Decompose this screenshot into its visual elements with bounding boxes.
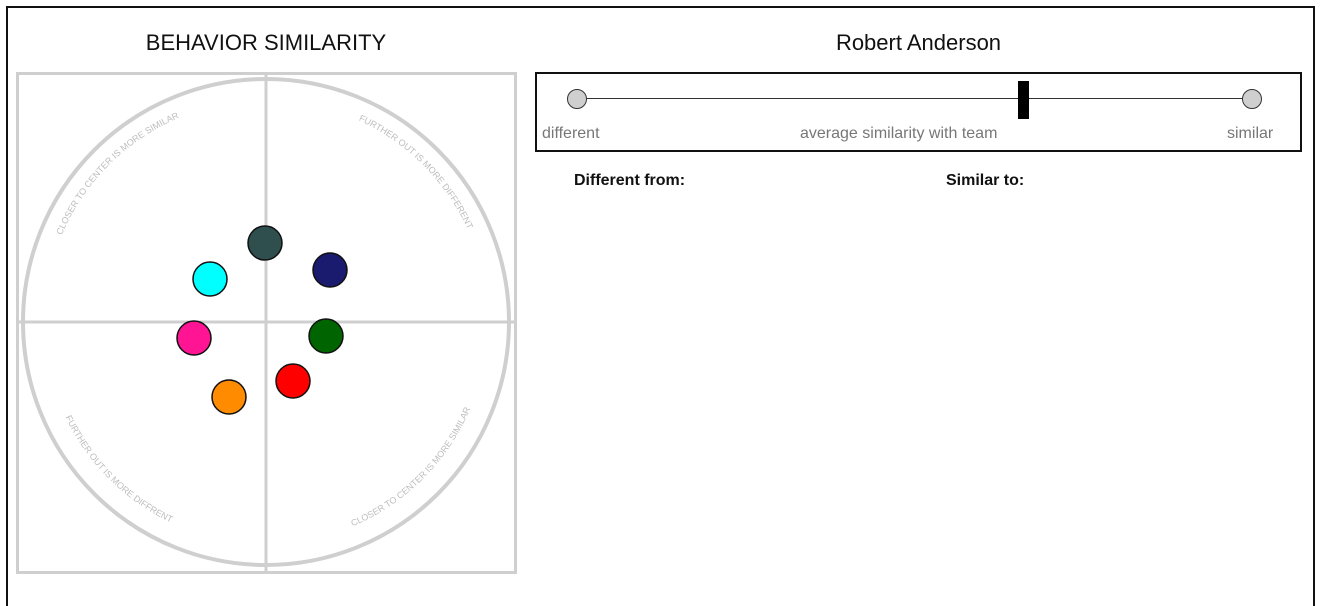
team-member-dot-magenta[interactable] <box>176 320 212 356</box>
chart-title: BEHAVIOR SIMILARITY <box>145 30 387 55</box>
team-member-dot-dark-slate[interactable] <box>247 225 283 261</box>
caption-bottom-left: FURTHER OUT IS MORE DIFFRENT <box>64 414 175 525</box>
different-from-heading: Different from: <box>574 172 686 189</box>
scale-label-similar: similar <box>1227 125 1274 142</box>
scale-label-different: different <box>542 125 600 142</box>
caption-bottom-right: CLOSER TO CENTER IS MORE SIMILAR <box>349 405 472 528</box>
team-member-dots <box>176 225 348 415</box>
average-similarity-marker <box>1017 81 1029 119</box>
different-end-knob <box>567 89 587 109</box>
scale-line <box>579 98 1253 99</box>
similarity-plot-canvas: CLOSER TO CENTER IS MORE SIMILAR FURTHER… <box>19 75 514 571</box>
team-member-dot-orange[interactable] <box>211 379 247 415</box>
scale-label-average: average similarity with team <box>800 125 998 142</box>
team-member-dot-cyan[interactable] <box>192 261 228 297</box>
team-member-dot-navy[interactable] <box>312 252 348 288</box>
person-name: Robert Anderson <box>835 30 1002 55</box>
team-member-dot-green[interactable] <box>308 318 344 354</box>
team-member-dot-red[interactable] <box>275 363 311 399</box>
similar-end-knob <box>1242 89 1262 109</box>
similar-to-heading: Similar to: <box>946 172 1025 189</box>
